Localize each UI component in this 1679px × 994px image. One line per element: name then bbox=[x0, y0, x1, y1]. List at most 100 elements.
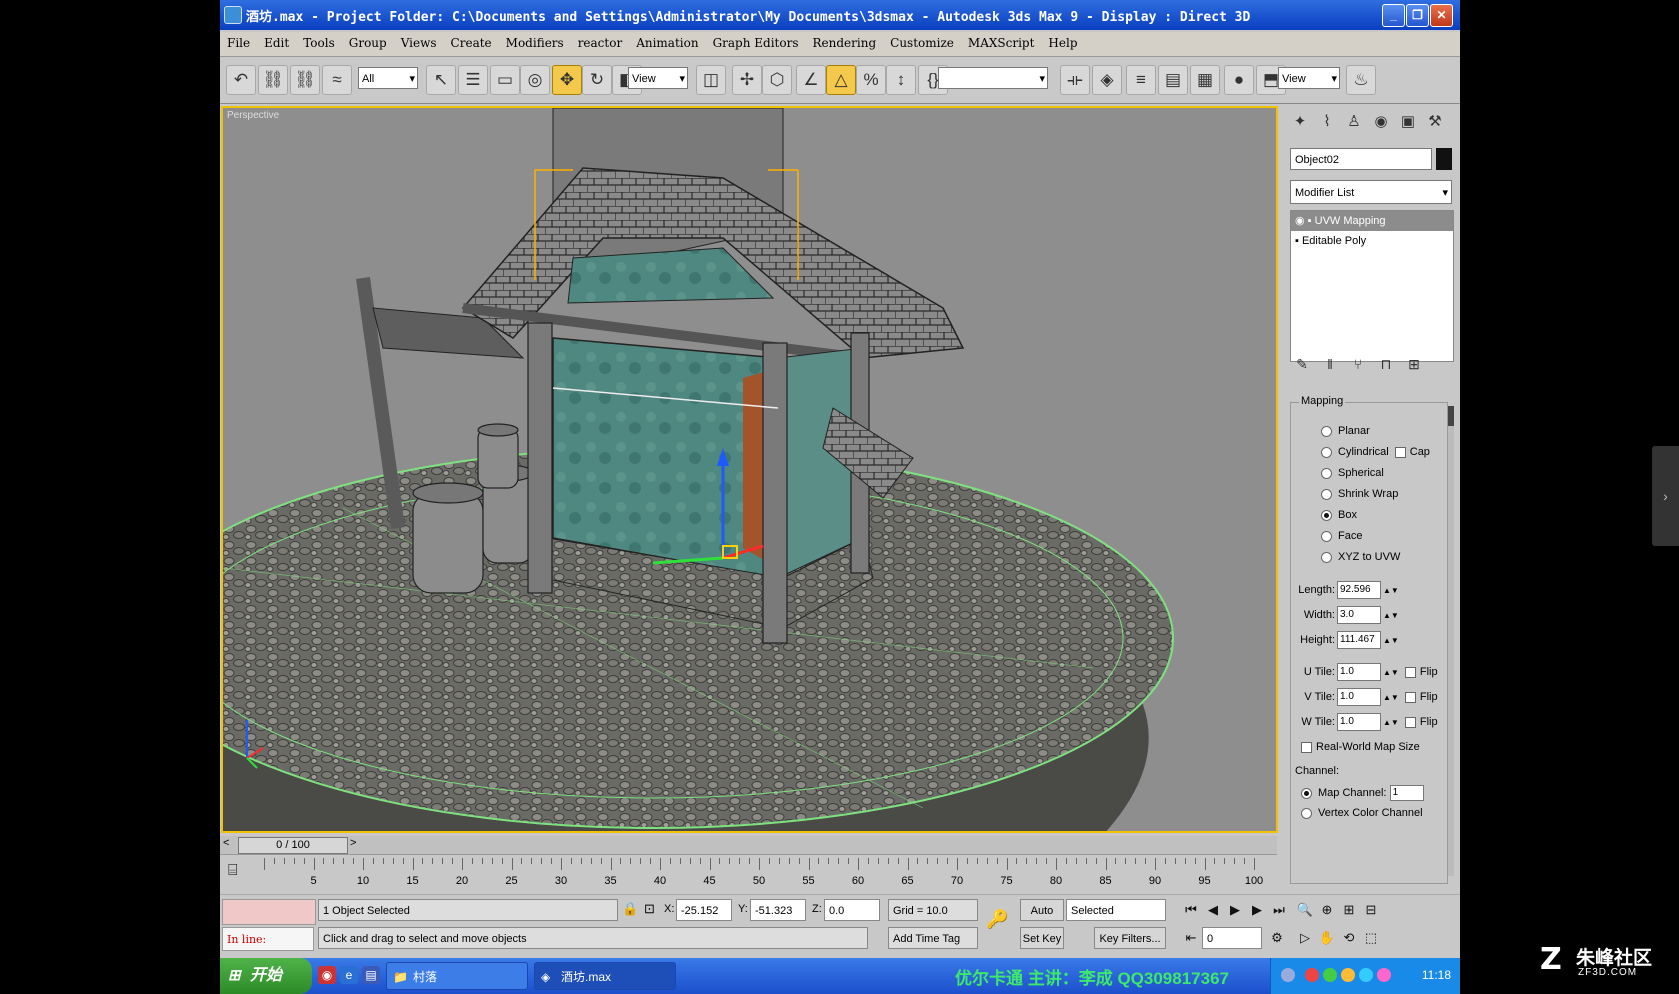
previous-frame-icon[interactable]: ◀ bbox=[1204, 901, 1222, 919]
w-flip-checkbox[interactable] bbox=[1404, 716, 1416, 728]
reference-coordinate-dropdown[interactable]: View bbox=[628, 67, 688, 90]
v-tile-input[interactable]: 1.0 bbox=[1337, 688, 1381, 706]
listener-prompt[interactable]: In line: bbox=[222, 927, 314, 951]
next-frame-icon[interactable]: ▶ bbox=[1248, 901, 1266, 919]
u-tile-input[interactable]: 1.0 bbox=[1337, 663, 1381, 681]
spinner-icon[interactable]: ▲▼ bbox=[1383, 586, 1399, 595]
mirror-icon[interactable]: ⟛ bbox=[1060, 65, 1090, 95]
task-folder[interactable]: 📁 村落 bbox=[386, 962, 528, 990]
zoom-all-icon[interactable]: ⊕ bbox=[1318, 901, 1336, 919]
display-tab-icon[interactable]: ▣ bbox=[1396, 110, 1420, 134]
menu-graph-editors[interactable]: Graph Editors bbox=[706, 32, 806, 54]
time-slider[interactable]: < 0 / 100 > bbox=[220, 836, 1277, 855]
start-button[interactable]: ⊞ 开始 bbox=[220, 958, 312, 994]
selection-filter-dropdown[interactable]: All bbox=[358, 67, 418, 90]
percent-snap-icon[interactable]: % bbox=[856, 65, 886, 95]
u-flip-checkbox[interactable] bbox=[1404, 666, 1416, 678]
material-editor-icon[interactable]: ● bbox=[1224, 65, 1254, 95]
menu-edit[interactable]: Edit bbox=[257, 32, 296, 54]
key-mode-toggle-icon[interactable]: ⇤ bbox=[1182, 929, 1200, 947]
quick-launch-app-icon[interactable]: ◉ bbox=[318, 966, 336, 984]
perspective-viewport[interactable]: Perspective bbox=[221, 106, 1278, 833]
link-icon[interactable]: ⛓ bbox=[258, 65, 288, 95]
show-desktop-icon[interactable]: ▤ bbox=[362, 966, 380, 984]
layer-manager-icon[interactable]: ≡ bbox=[1126, 65, 1156, 95]
time-slider-next[interactable]: > bbox=[350, 837, 356, 849]
input-method-tray-icon[interactable] bbox=[1377, 968, 1391, 982]
menu-views[interactable]: Views bbox=[394, 32, 444, 54]
go-to-end-icon[interactable]: ⏭ bbox=[1270, 901, 1288, 919]
modify-tab-icon[interactable]: ⌇ bbox=[1315, 110, 1339, 134]
configure-sets-icon[interactable]: ⊞ bbox=[1400, 356, 1428, 373]
show-end-result-icon[interactable]: ‖ bbox=[1316, 356, 1344, 372]
zoom-icon[interactable]: 🔍 bbox=[1296, 901, 1314, 919]
curve-editor-icon[interactable]: ▤ bbox=[1158, 65, 1188, 95]
undo-icon[interactable]: ↶ bbox=[226, 65, 256, 95]
rotate-icon[interactable]: ↻ bbox=[582, 65, 612, 95]
im-tray-icon[interactable] bbox=[1341, 968, 1355, 982]
viewport-label[interactable]: Perspective bbox=[227, 110, 279, 121]
window-crossing-icon[interactable]: ◎ bbox=[520, 65, 550, 95]
align-icon[interactable]: ◈ bbox=[1092, 65, 1122, 95]
object-name-field[interactable]: Object02 bbox=[1290, 148, 1432, 170]
motion-tab-icon[interactable]: ◉ bbox=[1369, 110, 1393, 134]
maximize-button[interactable]: ❐ bbox=[1406, 4, 1429, 27]
panel-scrollbar[interactable] bbox=[1448, 406, 1454, 876]
vertex-color-channel-radio[interactable]: Vertex Color Channel bbox=[1301, 807, 1423, 819]
mapping-xyz-to-uvw-radio[interactable]: XYZ to UVW bbox=[1321, 551, 1400, 563]
length-input[interactable]: 92.596 bbox=[1337, 581, 1381, 599]
key-mode-icon[interactable]: 🔑 bbox=[986, 909, 1008, 930]
go-to-start-icon[interactable]: ⏮ bbox=[1182, 901, 1200, 919]
time-slider-thumb[interactable]: 0 / 100 bbox=[238, 837, 348, 854]
arc-rotate-icon[interactable]: ⟲ bbox=[1340, 929, 1358, 947]
task-3dsmax[interactable]: ◈ 酒坊.max bbox=[534, 962, 676, 990]
auto-key-button[interactable]: Auto Key bbox=[1020, 899, 1064, 939]
spinner-icon[interactable]: ▲▼ bbox=[1383, 718, 1399, 727]
move-icon[interactable]: ✥ bbox=[552, 65, 582, 95]
menu-modifiers[interactable]: Modifiers bbox=[499, 32, 571, 54]
menu-tools[interactable]: Tools bbox=[296, 32, 342, 54]
bind-space-warp-icon[interactable]: ≈ bbox=[322, 65, 352, 95]
pin-stack-icon[interactable]: ✎ bbox=[1288, 356, 1316, 373]
menu-group[interactable]: Group bbox=[342, 32, 394, 54]
mapping-face-radio[interactable]: Face bbox=[1321, 530, 1362, 542]
select-by-name-icon[interactable]: ☰ bbox=[458, 65, 488, 95]
make-unique-icon[interactable]: ⑂ bbox=[1344, 356, 1372, 372]
menu-customize[interactable]: Customize bbox=[883, 32, 961, 54]
utilities-tab-icon[interactable]: ⚒ bbox=[1423, 110, 1447, 134]
hierarchy-tab-icon[interactable]: ♙ bbox=[1342, 110, 1366, 134]
stack-item-editable-poly[interactable]: ▪ Editable Poly bbox=[1291, 231, 1453, 251]
cap-checkbox[interactable] bbox=[1394, 446, 1406, 458]
object-color-swatch[interactable] bbox=[1436, 148, 1452, 170]
v-flip-checkbox[interactable] bbox=[1404, 691, 1416, 703]
play-icon[interactable]: ▶ bbox=[1226, 901, 1244, 919]
menu-maxscript[interactable]: MAXScript bbox=[961, 32, 1042, 54]
quick-render-icon[interactable]: ♨ bbox=[1346, 65, 1376, 95]
antivirus-tray-icon[interactable] bbox=[1305, 968, 1319, 982]
w-tile-input[interactable]: 1.0 bbox=[1337, 713, 1381, 731]
spinner-icon[interactable]: ▲▼ bbox=[1383, 668, 1399, 677]
mapping-box-radio[interactable]: Box bbox=[1321, 509, 1357, 521]
network-tray-icon[interactable] bbox=[1323, 968, 1337, 982]
spinner-icon[interactable]: ▲▼ bbox=[1383, 636, 1399, 645]
zoom-extents-all-icon[interactable]: ⊟ bbox=[1362, 901, 1380, 919]
select-manipulate-icon[interactable]: ✢ bbox=[732, 65, 762, 95]
select-object-icon[interactable]: ↖ bbox=[426, 65, 456, 95]
modifier-list-dropdown[interactable]: Modifier List bbox=[1290, 180, 1452, 205]
keyboard-tray-icon[interactable] bbox=[1281, 968, 1295, 982]
real-world-map-size-option[interactable]: Real-World Map Size bbox=[1295, 741, 1420, 753]
mapping-shrink-wrap-radio[interactable]: Shrink Wrap bbox=[1321, 488, 1398, 500]
lock-selection-icon[interactable]: 🔒 bbox=[622, 901, 638, 917]
key-mode-dropdown[interactable]: Selected bbox=[1066, 899, 1166, 921]
pivot-center-icon[interactable]: ◫ bbox=[696, 65, 726, 95]
menu-reactor[interactable]: reactor bbox=[571, 32, 630, 54]
mapping-planar-radio[interactable]: Planar bbox=[1321, 425, 1370, 437]
track-bar[interactable]: ⌸ 5 10 15 20 25 30 35 40 45 50 55 60 65 70 75 80 85 90 95 1… bbox=[220, 856, 1277, 892]
keyboard-shortcut-icon[interactable]: ⬡ bbox=[762, 65, 792, 95]
y-coordinate-input[interactable]: -51.323 bbox=[750, 899, 806, 921]
z-coordinate-input[interactable]: 0.0 bbox=[824, 899, 880, 921]
width-input[interactable]: 3.0 bbox=[1337, 606, 1381, 624]
internet-explorer-icon[interactable]: e bbox=[340, 966, 358, 984]
named-selection-dropdown[interactable] bbox=[938, 67, 1048, 90]
map-channel-radio[interactable]: Map Channel: 1 bbox=[1301, 785, 1424, 801]
